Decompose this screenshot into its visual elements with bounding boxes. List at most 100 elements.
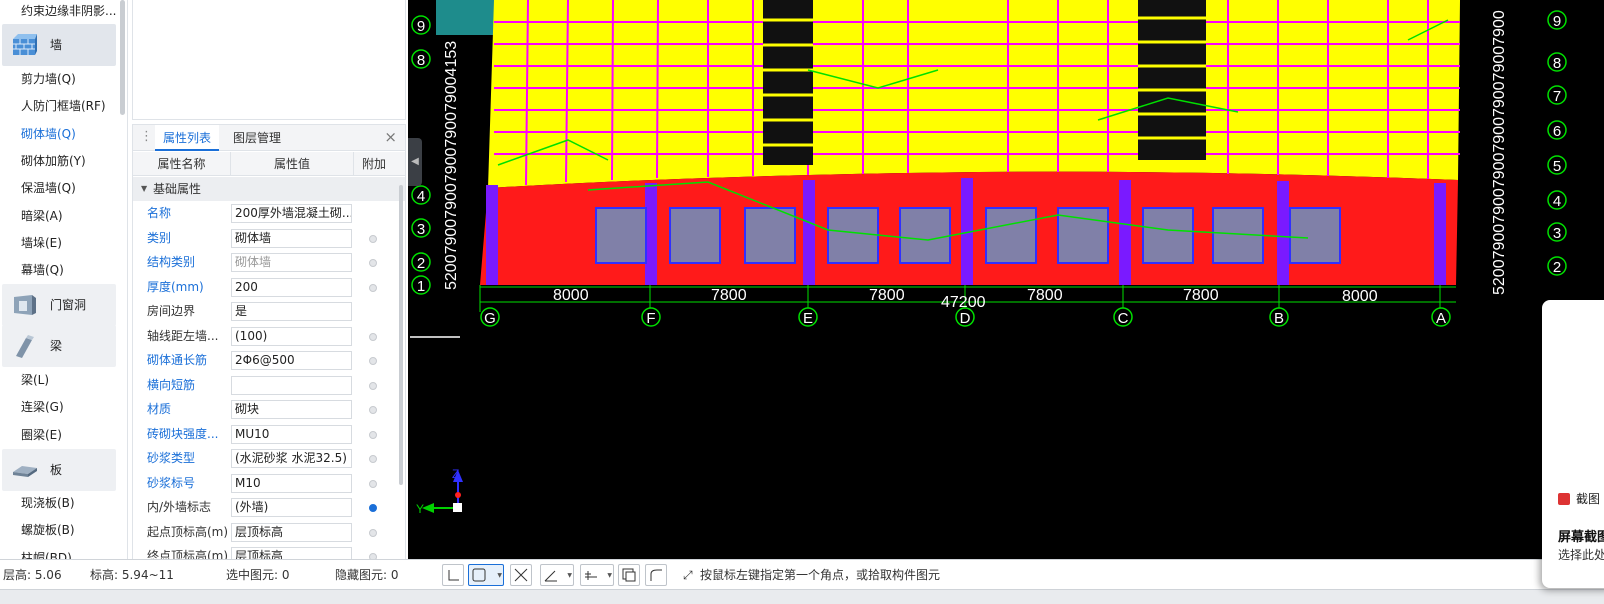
property-name: 砖砌块强度...: [147, 426, 219, 441]
tree-item-masonry-rebar[interactable]: 砌体加筋(Y): [21, 150, 86, 172]
floor-height-status: 层高: 5.06: [3, 568, 62, 582]
tree-item-constraint-edge[interactable]: 约束边缘非阴影...: [21, 0, 116, 22]
tree-category-slab[interactable]: 板: [2, 449, 116, 491]
offset-icon: [585, 571, 597, 580]
column-header-value: 属性值: [231, 152, 354, 176]
axis-label-a: A: [1436, 310, 1446, 327]
panel-collapse-handle[interactable]: ◀: [408, 138, 422, 186]
tree-item-wall-pier[interactable]: 墙垛(E): [21, 232, 62, 254]
tab-layer-management[interactable]: 图层管理: [225, 125, 289, 151]
tree-item-masonry-wall[interactable]: 砌体墙(Q): [21, 123, 76, 145]
dimension-label: 7800: [869, 287, 905, 304]
property-value-field[interactable]: 2Φ6@500: [231, 351, 352, 370]
dropdown-caret-icon: ▼: [607, 572, 612, 579]
tree-item-beam[interactable]: 梁(L): [21, 369, 49, 391]
orthogonal-snap-button[interactable]: [442, 564, 464, 586]
y-axis-label: Y: [416, 502, 424, 516]
group-basic-properties[interactable]: ▼ 基础属性: [133, 177, 405, 201]
group-label: 基础属性: [153, 182, 202, 196]
property-row: 砂浆标号 M10: [133, 471, 397, 496]
property-value-field[interactable]: (100): [231, 326, 352, 346]
tree-item-civil-defense-wall[interactable]: 人防门框墙(RF): [21, 95, 106, 117]
copy-layer-button[interactable]: [618, 564, 640, 586]
extra-checkbox[interactable]: [369, 406, 377, 414]
tree-item-curtain-wall[interactable]: 幕墙(Q): [21, 259, 64, 281]
left-vertical-dimension: 5200790079007900790079004153: [443, 41, 460, 290]
tree-item-spiral-slab[interactable]: 螺旋板(B): [21, 519, 75, 541]
property-value-field[interactable]: M10: [231, 473, 352, 493]
axis-number: 8: [417, 52, 425, 69]
selected-count-status: 选中图元: 0: [226, 568, 290, 582]
cross-icon: [514, 568, 528, 582]
tree-item-coupling-beam[interactable]: 连梁(G): [21, 396, 64, 418]
resize-arrow-icon: ⤢: [683, 568, 693, 582]
property-value-field[interactable]: 砌块: [231, 400, 352, 419]
property-value-field[interactable]: 200厚外墙混凝土砌...: [231, 204, 352, 223]
screenshot-notification[interactable]: 截图 屏幕截图 选择此处: [1542, 300, 1604, 588]
property-row: 起点顶标高(m) 层顶标高: [133, 520, 397, 545]
tab-property-list[interactable]: 属性列表: [155, 125, 220, 151]
teal-block: [436, 0, 498, 35]
tree-item-insulation-wall[interactable]: 保温墙(Q): [21, 177, 76, 199]
angle-snap-button[interactable]: ▼: [540, 564, 574, 586]
property-value-field[interactable]: 是: [231, 302, 352, 321]
notification-app-name: 截图: [1576, 492, 1601, 506]
extra-checkbox[interactable]: [369, 259, 377, 267]
axis-number: 3: [417, 221, 425, 238]
extra-checkbox[interactable]: [369, 234, 377, 243]
property-value-field[interactable]: 砌体墙: [231, 253, 352, 272]
axis-letters: G F E D C B A: [484, 310, 1446, 327]
dimension-label: 8000: [1342, 288, 1378, 305]
tree-item-hidden-beam[interactable]: 暗梁(A): [21, 205, 63, 227]
tree-item-ring-beam[interactable]: 圈梁(E): [21, 424, 62, 446]
extra-checkbox-checked[interactable]: [369, 504, 377, 512]
close-icon[interactable]: ×: [384, 128, 397, 146]
axis-number: 3: [1553, 225, 1561, 242]
property-row: 类别 砌体墙: [133, 226, 397, 251]
axis-label-g: G: [484, 310, 496, 327]
offset-snap-button[interactable]: ▼: [580, 564, 614, 586]
cross-select-button[interactable]: [510, 564, 532, 586]
property-row: 砌体通长筋 2Φ6@500: [133, 348, 397, 373]
tree-category-beam[interactable]: 梁: [2, 325, 116, 367]
extra-checkbox[interactable]: [369, 332, 377, 341]
collapse-triangle-icon[interactable]: ▼: [141, 177, 147, 201]
notification-title: 屏幕截图: [1558, 530, 1604, 545]
tree-item-cast-slab[interactable]: 现浇板(B): [21, 492, 75, 514]
property-name: 房间边界: [147, 304, 196, 318]
property-row: 横向短筋: [133, 373, 397, 398]
axis-number: 9: [1553, 13, 1561, 30]
axis-label-f: F: [646, 310, 655, 327]
extra-checkbox[interactable]: [369, 283, 377, 292]
extra-checkbox[interactable]: [369, 430, 377, 439]
extra-checkbox[interactable]: [369, 479, 377, 488]
property-value-field[interactable]: MU10: [231, 424, 352, 444]
property-name: 砂浆类型: [147, 451, 196, 465]
arc-tool-button[interactable]: [645, 564, 667, 586]
drawing-canvas[interactable]: 8000 7800 7800 7800 7800 8000 47200 G F …: [408, 0, 1604, 559]
selection-mode-button[interactable]: ▼: [468, 564, 504, 586]
property-value-field[interactable]: 200: [231, 277, 352, 297]
property-value-field[interactable]: (外墙): [231, 498, 352, 517]
property-value-field[interactable]: [231, 375, 352, 395]
column-header-extra: 附加: [361, 157, 386, 171]
taskbar-strip: [0, 589, 1604, 604]
extra-checkbox[interactable]: [369, 381, 377, 390]
notification-subtitle: 选择此处: [1558, 548, 1604, 562]
extra-checkbox[interactable]: [369, 528, 377, 537]
tree-item-shear-wall[interactable]: 剪力墙(Q): [21, 68, 76, 90]
slab-icon: [13, 466, 37, 477]
tree-category-door-window[interactable]: 门窗洞: [2, 284, 116, 326]
property-value-field[interactable]: 层顶标高: [231, 522, 352, 542]
tree-category-wall[interactable]: 墙: [2, 24, 116, 66]
extra-checkbox[interactable]: [369, 455, 377, 463]
extra-checkbox[interactable]: [369, 357, 377, 365]
property-name: 名称: [147, 206, 172, 220]
column-header-name: 属性名称: [133, 152, 231, 176]
axis-number: 5: [1553, 158, 1561, 175]
properties-scrollbar[interactable]: [399, 185, 403, 485]
axis-number: 6: [1553, 123, 1561, 140]
property-value-field[interactable]: 砌体墙: [231, 228, 352, 248]
tree-scrollbar[interactable]: [120, 0, 125, 115]
property-value-field[interactable]: (水泥砂浆 水泥32.5): [231, 449, 352, 468]
